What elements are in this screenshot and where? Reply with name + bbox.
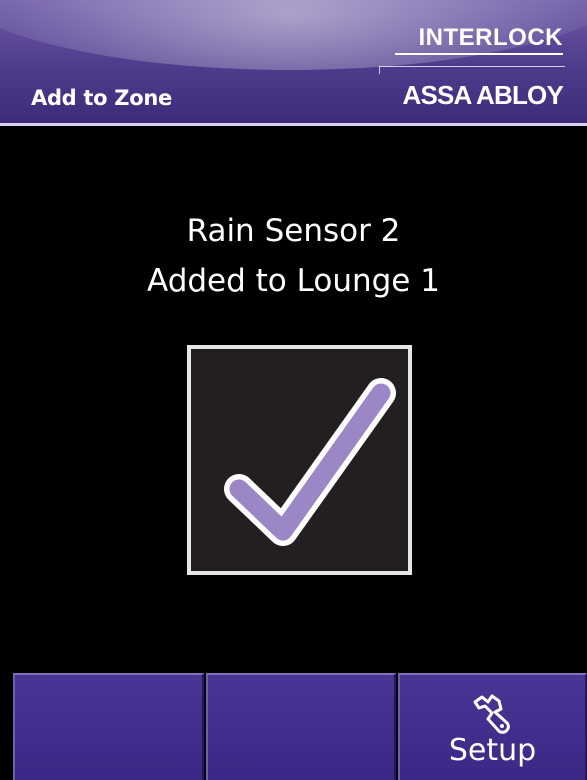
brand-logo: INTERLOCK ASSA ABLOY <box>375 18 565 118</box>
soft-button-1[interactable] <box>13 673 204 780</box>
confirmation-message: Rain Sensor 2 Added to Lounge 1 <box>0 206 587 306</box>
checkmark-icon <box>224 378 396 546</box>
zone-added-line: Added to Lounge 1 <box>147 263 440 299</box>
setup-button[interactable]: Setup <box>398 673 587 780</box>
brand-underline <box>395 53 563 55</box>
brand-divider-tick <box>379 66 380 74</box>
confirmation-panel <box>187 345 412 575</box>
brand-secondary-text: ASSA ABLOY <box>402 80 563 110</box>
soft-button-2[interactable] <box>206 673 396 780</box>
brand-divider <box>380 66 565 67</box>
page-title: Add to Zone <box>31 86 172 110</box>
header-bar: Add to Zone INTERLOCK ASSA ABLOY <box>0 0 587 126</box>
device-name-line: Rain Sensor 2 <box>186 213 401 249</box>
brand-primary-text: INTERLOCK <box>418 24 563 51</box>
screen: Add to Zone INTERLOCK ASSA ABLOY Rain Se… <box>0 0 587 780</box>
soft-button-bar: Setup <box>0 673 587 780</box>
setup-label: Setup <box>448 733 537 768</box>
